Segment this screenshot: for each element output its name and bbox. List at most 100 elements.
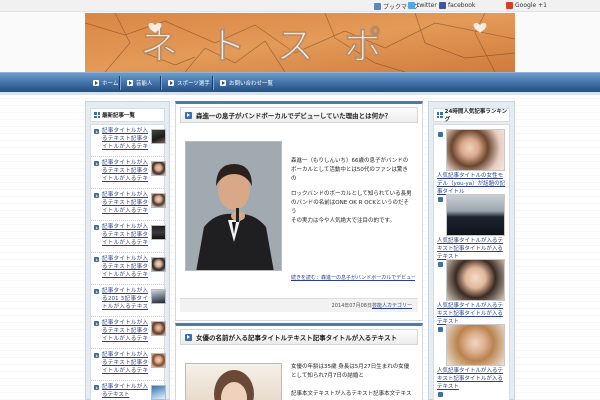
article-thumbnail[interactable]: [151, 385, 166, 400]
article-thumbnail[interactable]: [151, 193, 166, 208]
post-category-link[interactable]: 芸能人カテゴリー: [372, 303, 412, 309]
arrow-icon: [220, 80, 226, 86]
nav-label: ホーム: [102, 81, 119, 87]
list-item[interactable]: 記事タイトルが入るテキスト記事タイトルが入るテキスト: [91, 221, 166, 253]
bullet-icon: [94, 161, 99, 166]
play-icon: [185, 111, 192, 119]
nav-label: お問い合わせ一覧: [229, 81, 274, 87]
facebook-share[interactable]: facebook: [439, 2, 475, 9]
post-excerpt-2: ロックバンドのボーカルとして知られている長男のバンドの名前はONE OK R O…: [291, 191, 412, 215]
list-item[interactable]: 記事タイトルが入るテキスト記事タイトルが入るテキスト: [91, 349, 166, 381]
list-item[interactable]: 記事タイトルが入るテキスト記事タイトルが入るテキスト: [91, 125, 166, 157]
article-link[interactable]: 記事タイトルが入るテキスト記事タイトルが入るテキスト: [102, 159, 148, 183]
arrow-icon: [93, 80, 99, 86]
post-image[interactable]: [185, 141, 282, 271]
article-thumbnail[interactable]: [151, 257, 166, 272]
arrow-icon: [168, 80, 174, 86]
grid-icon: [437, 112, 443, 118]
post-header: 女優の名前が入る記事タイトルテキスト記事タイトルが入るテキスト: [180, 329, 418, 345]
right-sidebar-header: 24時間人気記事ランキング: [433, 108, 510, 123]
post-excerpt-2: 記事本文テキストが入るテキスト記事本文テキスト: [291, 391, 412, 397]
bullet-icon: [94, 225, 99, 230]
latest-articles-list: 記事タイトルが入るテキスト記事タイトルが入るテキスト 記事タイトルが入るテキスト…: [90, 124, 166, 400]
article-thumbnail[interactable]: [151, 353, 166, 368]
twitter-share[interactable]: twitter: [408, 2, 437, 9]
left-sidebar-header: 最新記事一覧: [90, 108, 165, 122]
post-card: 女優の名前が入る記事タイトルテキスト記事タイトルが入るテキスト 女優の年齢は35…: [175, 323, 423, 400]
bullet-icon: [438, 197, 443, 202]
article-thumbnail[interactable]: [151, 129, 166, 144]
bookmark-icon: [374, 3, 381, 10]
nav-divider: [212, 76, 213, 90]
nav-label: スポーツ選手: [177, 81, 210, 87]
article-link[interactable]: 記事タイトルが入るテキスト記事タイトルが入るテキスト: [102, 351, 148, 375]
nav-divider: [119, 76, 120, 90]
article-thumbnail[interactable]: [151, 321, 166, 336]
right-sidebar: 24時間人気記事ランキング 人気記事タイトルの女性モデル（you-ya）が話題の…: [428, 101, 515, 400]
post-excerpt-1: 女優の年齢は35歳 身長は5月27日生まれの女優として知られ7月7日の結婚と: [291, 364, 410, 379]
post-photo-actress: [214, 370, 254, 400]
left-sidebar-title: 最新記事一覧: [102, 113, 136, 119]
bullet-icon: [94, 257, 99, 262]
share-bar: ブックマーク twitter facebook Google +1: [0, 0, 600, 12]
ranking-link[interactable]: 人気記事タイトルが入るテキスト記事タイトルが入るテキスト: [437, 367, 506, 391]
twitter-icon: [408, 2, 415, 9]
banner-logo-text: ネトスポ: [140, 24, 412, 68]
grid-icon: [94, 112, 100, 118]
nav-item-contact[interactable]: お問い合わせ一覧: [220, 79, 273, 87]
ranking-link[interactable]: 人気記事タイトルの女性モデル（you-ya）が話題の記事タイトル: [437, 172, 506, 196]
nav-item-celebrities[interactable]: 芸能人: [127, 79, 153, 87]
article-thumbnail[interactable]: [151, 225, 166, 240]
post-title-link[interactable]: 女優の名前が入る記事タイトルテキスト記事タイトルが入るテキスト: [196, 332, 397, 342]
list-item[interactable]: 記事タイトルが入るテキスト記事タイトルが入るテキスト: [91, 157, 166, 189]
nav-shadow-strip: [0, 92, 600, 95]
list-item[interactable]: 記事タイトルが入るテキスト記事タイトルが入るテキスト: [91, 253, 166, 285]
twitter-label: twitter: [417, 2, 437, 9]
main-nav: ホーム 芸能人 スポーツ選手 お問い合わせ一覧: [0, 72, 600, 92]
google-label: Google +1: [515, 2, 547, 9]
list-item[interactable]: 記事タイトルが入るテキスト記事タイトルが入るテキスト: [91, 189, 166, 221]
list-item[interactable]: 記事タイトルが入るテキスト記事タイトルが入るテキスト: [91, 317, 166, 349]
banner-logo: ネトスポ: [85, 13, 515, 72]
article-link[interactable]: 記事タイトルが入るテキスト記事タイトルが入るテキスト: [102, 127, 148, 151]
article-link[interactable]: 記事タイトルが入るテキスト記事タイトルが入るテキスト: [102, 255, 148, 279]
post-footer: 2014年07月08日芸能人カテゴリー: [180, 298, 418, 312]
article-link[interactable]: 記事タイトルが入るテキスト記事タイトルが入るテキスト: [102, 223, 148, 247]
bullet-icon: [94, 353, 99, 358]
post-title-link[interactable]: 森進一の息子がバンドボーカルでデビューしていた理由とは何か？: [196, 110, 391, 120]
nav-item-home[interactable]: ホーム: [93, 79, 118, 87]
bullet-icon: [94, 321, 99, 326]
article-link[interactable]: 記事タイトルが入るテキスト記事タイトルが入るテキスト: [102, 191, 148, 215]
arrow-icon: [127, 80, 133, 86]
bullet-icon: [94, 193, 99, 198]
ranking-link[interactable]: 人気記事タイトルが入るテキスト記事タイトルが入るテキスト: [437, 302, 506, 326]
post-image[interactable]: [185, 363, 282, 400]
bullet-icon: [94, 385, 99, 390]
ranking-thumbnail[interactable]: [446, 129, 505, 171]
facebook-label: facebook: [448, 2, 476, 9]
list-item[interactable]: 記事タイトルが入る201 3記事タイトルが入るテキスト: [91, 285, 166, 317]
play-icon: [185, 333, 192, 341]
ranking-list: 人気記事タイトルの女性モデル（you-ya）が話題の記事タイトル 人気記事タイト…: [433, 124, 510, 400]
article-link[interactable]: 記事タイトルが入るテキスト記事タイトルが入るテキスト: [102, 319, 148, 343]
post-date: 2014年07月08日: [331, 303, 372, 309]
site-banner[interactable]: ネトスポ: [85, 13, 515, 72]
ranking-thumbnail[interactable]: [446, 259, 505, 301]
article-thumbnail[interactable]: [151, 289, 166, 304]
post-header: 森進一の息子がバンドボーカルでデビューしていた理由とは何か？: [180, 107, 418, 123]
article-link[interactable]: 記事タイトルが入るテキスト: [102, 383, 148, 399]
ranking-thumbnail[interactable]: [446, 194, 505, 236]
ranking-link[interactable]: 人気記事タイトルが入るテキスト記事タイトルが入るテキスト: [437, 237, 506, 261]
google-share[interactable]: Google +1: [506, 2, 547, 9]
list-item[interactable]: 記事タイトルが入るテキスト: [91, 381, 166, 400]
article-thumbnail[interactable]: [151, 161, 166, 176]
nav-item-athletes[interactable]: スポーツ選手: [168, 79, 210, 87]
bullet-icon: [438, 327, 443, 332]
read-more-link[interactable]: 続きを読む：森進一の息子がバンドボーカルでデビューしていた理由とは何か？はこちら…: [291, 274, 415, 281]
post-excerpt-1: 森進一（もりしんいち）66歳の息子がバンドのボーカルとして活動中とは50代のファ…: [291, 158, 409, 182]
article-link[interactable]: 記事タイトルが入る201 3記事タイトルが入るテキスト: [102, 287, 148, 311]
ranking-thumbnail[interactable]: [446, 324, 505, 366]
facebook-icon: [439, 2, 446, 9]
bullet-icon: [438, 132, 443, 137]
right-sidebar-title: 24時間人気記事ランキング: [444, 109, 508, 123]
